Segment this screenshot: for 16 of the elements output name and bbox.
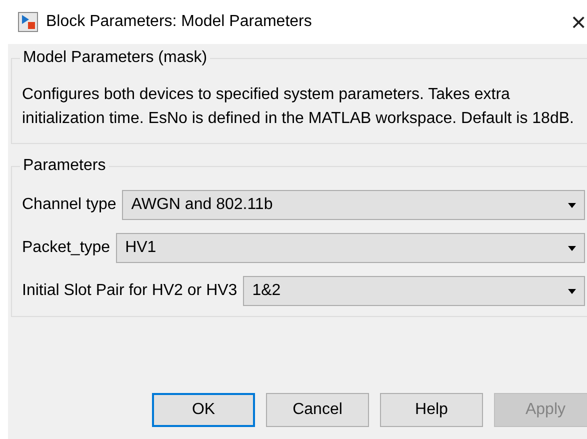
field-label: Initial Slot Pair for HV2 or HV3 [22, 282, 238, 300]
close-button[interactable]: × [571, 9, 587, 35]
window-title: Block Parameters: Model Parameters [46, 13, 313, 31]
dialog-button[interactable]: Help [380, 393, 483, 427]
app-icon [18, 12, 38, 32]
caret-icon [568, 202, 576, 208]
dropdown[interactable]: 1&2 [243, 276, 585, 306]
field-label: Channel type [22, 196, 116, 214]
description-text: Configures both devices to specified system parameters. Takes extra initialization time. EsNo is defined in the MATLAB workspace. Default is 18dB. [22, 85, 575, 129]
dialog-button[interactable]: Cancel [266, 393, 369, 427]
dropdown[interactable]: AWGN and 802.11b [122, 190, 585, 220]
caret-icon [568, 246, 576, 250]
dropdown[interactable]: HV1 [116, 233, 585, 263]
field-label: Packet_type [22, 239, 110, 257]
caret-icon [568, 288, 576, 294]
dialog-button[interactable]: OK [152, 393, 255, 427]
